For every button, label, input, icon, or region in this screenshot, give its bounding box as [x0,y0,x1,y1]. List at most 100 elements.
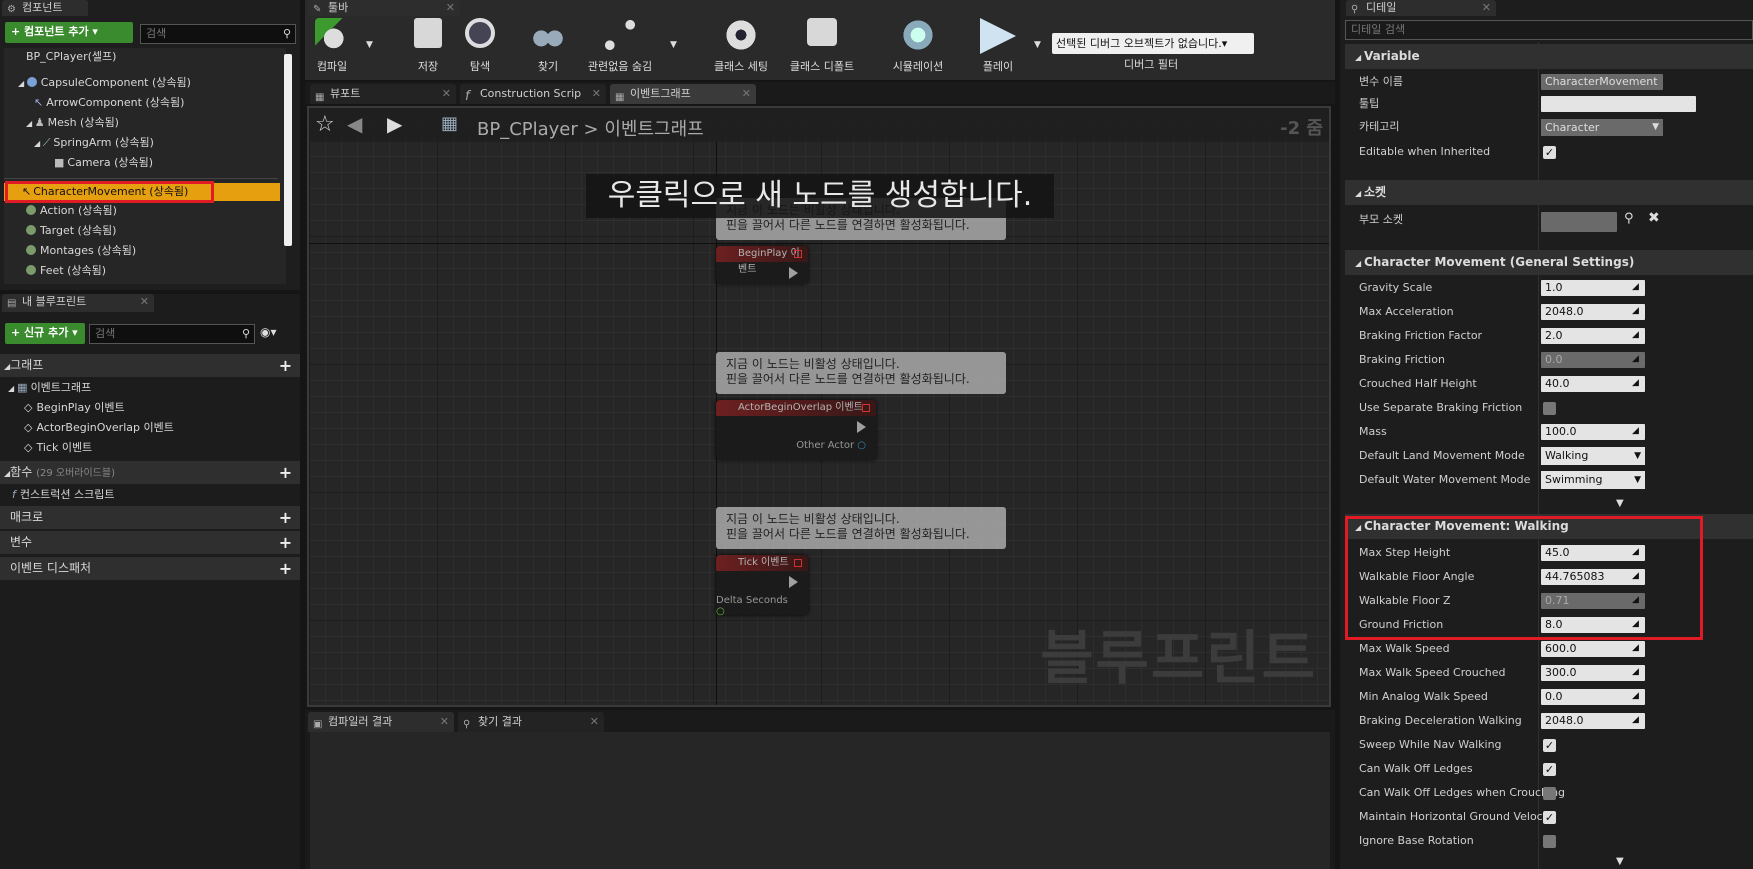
tab-find-results[interactable]: ⚲ 찾기 결과 ✕ [458,712,604,732]
delegate-pin[interactable] [794,250,802,258]
section-functions[interactable]: ◢함수 (29 오버라이드블) + [0,461,300,484]
tree-item-springarm[interactable]: ◢ ⟋ SpringArm (상속됨) [34,134,154,152]
add-macro-button[interactable]: + [277,509,294,526]
tab-compiler-results[interactable]: ▣ 컴파일러 결과 ✕ [308,712,454,732]
exec-pin[interactable] [857,421,866,433]
tree-item-charactermovement[interactable]: ↖ CharacterMovement (상속됨) [22,183,188,201]
close-icon[interactable]: ✕ [440,712,449,732]
blueprint-search-input[interactable]: 검색 ⚲ [89,324,255,344]
reset-arrow-icon[interactable]: ◢ [1632,715,1642,725]
tab-components[interactable]: ⚙ 컴포넌트 [2,0,88,16]
add-new-button[interactable]: + 신규 추가 ▾ [5,323,85,344]
event-item-beginplay[interactable]: ◇ BeginPlay 이벤트 [24,399,125,417]
property-value-field[interactable]: 0.0 ◢ [1541,689,1645,705]
property-checkbox[interactable] [1543,835,1556,848]
event-item-actorbeginoverlap[interactable]: ◇ ActorBeginOverlap 이벤트 [24,419,174,437]
property-value-field[interactable]: 40.0 ◢ [1541,376,1645,392]
add-graph-button[interactable]: + [277,357,294,374]
tree-item-arrow[interactable]: ↖ ArrowComponent (상속됨) [34,94,184,112]
property-value-field[interactable]: 2.0 ◢ [1541,328,1645,344]
favorite-star-icon[interactable]: ☆ [315,112,335,137]
add-component-button[interactable]: + 컴포넌트 추가 ▾ [5,22,133,43]
tab-construction-script[interactable]: f Construction Scrip ✕ [460,84,606,104]
add-variable-button[interactable]: + [277,534,294,551]
var-name-field[interactable]: CharacterMovement [1541,74,1663,90]
tree-item-mesh[interactable]: ◢ ♟ Mesh (상속됨) [26,114,119,132]
close-icon[interactable]: ✕ [742,84,751,104]
play-options-arrow-icon[interactable]: ▼ [1034,40,1041,50]
simulate-button[interactable]: 시뮬레이션 [886,14,950,74]
tab-viewport[interactable]: ▦ 뷰포트 ✕ [310,84,456,104]
tree-item-self[interactable]: BP_CPlayer(셀프) [26,48,116,66]
section-graphs[interactable]: ◢그래프 + [0,354,300,377]
view-options-icon[interactable]: ◉▾ [260,325,277,339]
section-general-settings[interactable]: ◢ Character Movement (General Settings) [1345,250,1753,275]
node-actorbeginoverlap[interactable]: ActorBeginOverlap 이벤트 Other Actor ○ [716,400,876,460]
reset-arrow-icon[interactable]: ◢ [1632,306,1642,316]
compile-options-arrow-icon[interactable]: ▼ [366,40,373,50]
property-value-field[interactable]: 0.0 ◢ [1541,352,1645,368]
components-scrollbar[interactable] [284,54,292,246]
expand-advanced-icon[interactable]: ▼ [1616,498,1624,509]
reset-arrow-icon[interactable]: ◢ [1632,643,1642,653]
close-icon[interactable]: ✕ [1482,0,1491,16]
editable-inherited-checkbox[interactable]: ✓ [1543,146,1556,159]
property-value-field[interactable]: 100.0 ◢ [1541,424,1645,440]
browse-button[interactable]: 탐색 [458,14,502,74]
property-value-field[interactable]: 1.0 ◢ [1541,280,1645,296]
exec-pin[interactable] [789,267,798,279]
property-value-field[interactable]: 2048.0 ◢ [1541,304,1645,320]
construction-script-item[interactable]: f 컨스트럭션 스크립트 [12,486,114,504]
breadcrumb-root[interactable]: BP_CPlayer [477,119,578,140]
components-search-input[interactable]: 검색 ⚲ [140,24,296,44]
pin-delta-seconds[interactable]: Delta Seconds ○ [716,595,798,617]
hide-options-arrow-icon[interactable]: ▼ [670,40,677,50]
property-value-field[interactable]: 2048.0 ◢ [1541,713,1645,729]
play-button[interactable]: 플레이 [976,14,1020,74]
section-sockets[interactable]: ◢ 소켓 [1345,180,1753,205]
expand-advanced-icon[interactable]: ▼ [1616,856,1624,867]
delegate-pin[interactable] [862,404,870,412]
clear-socket-icon[interactable]: ✖ [1648,210,1660,226]
reset-arrow-icon[interactable]: ◢ [1632,691,1642,701]
property-checkbox[interactable]: ✓ [1543,739,1556,752]
back-arrow-icon[interactable]: ◀ [347,112,362,136]
property-checkbox[interactable] [1543,787,1556,800]
pin-other-actor[interactable]: Other Actor ○ [796,440,866,451]
property-value-field[interactable]: 600.0 ◢ [1541,641,1645,657]
parent-socket-field[interactable] [1541,212,1617,232]
tooltip-field[interactable] [1541,96,1696,112]
reset-arrow-icon[interactable]: ◢ [1632,378,1642,388]
reset-arrow-icon[interactable]: ◢ [1632,330,1642,340]
section-variable[interactable]: ◢ Variable [1345,44,1753,69]
close-icon[interactable]: ✕ [592,84,601,104]
save-button[interactable]: 저장 [406,14,450,74]
close-icon[interactable]: ✕ [590,712,599,732]
property-checkbox[interactable] [1543,402,1556,415]
tree-item-target[interactable]: Target (상속됨) [26,222,116,240]
section-macros[interactable]: 매크로 + [0,506,300,529]
details-search-input[interactable]: 디테일 검색 [1345,20,1753,40]
browse-socket-icon[interactable]: ⚲ [1624,211,1634,226]
node-tick[interactable]: Tick 이벤트 Delta Seconds ○ [716,555,808,617]
tree-item-montages[interactable]: Montages (상속됨) [26,242,136,260]
tab-event-graph[interactable]: ▦ 이벤트그래프 ✕ [610,84,756,104]
event-item-tick[interactable]: ◇ Tick 이벤트 [24,439,92,457]
exec-pin[interactable] [789,576,798,588]
tree-item-feet[interactable]: Feet (상속됨) [26,262,106,280]
property-checkbox[interactable]: ✓ [1543,763,1556,776]
reset-arrow-icon[interactable]: ◢ [1632,667,1642,677]
event-graph-canvas[interactable]: ☆ ◀ ▶ ▦ BP_CPlayer > 이벤트그래프 -2 줌 지금 이 노드… [307,106,1331,707]
property-checkbox[interactable]: ✓ [1543,811,1556,824]
property-dropdown[interactable]: Walking ▼ [1541,447,1645,465]
breadcrumb-current[interactable]: 이벤트그래프 [604,119,703,140]
class-settings-button[interactable]: 클래스 세팅 [706,14,776,74]
tree-item-action[interactable]: Action (상속됨) [26,202,117,220]
add-function-button[interactable]: + [277,464,294,481]
section-variables[interactable]: 변수 + [0,531,300,554]
node-beginplay[interactable]: BeginPlay 이벤트 [716,246,808,284]
section-dispatchers[interactable]: 이벤트 디스패처 + [0,557,300,580]
find-button[interactable]: 찾기 [526,14,570,74]
property-dropdown[interactable]: Swimming ▼ [1541,471,1645,489]
close-icon[interactable]: ✕ [442,84,451,104]
